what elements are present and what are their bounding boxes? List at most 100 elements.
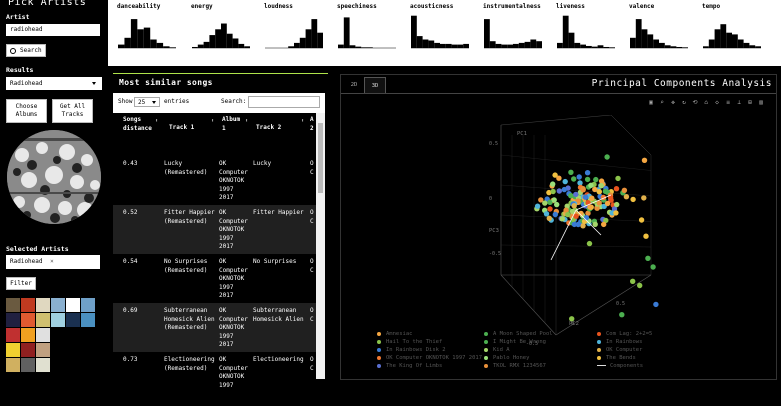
show-label: Show	[118, 98, 133, 105]
legend-item[interactable]: I Might Be Wrong	[484, 339, 546, 345]
tab-2d[interactable]: 2D	[344, 77, 364, 93]
orbit-icon[interactable]: ↻	[680, 99, 688, 106]
legend-item[interactable]: OK Computer	[597, 347, 642, 353]
album-thumb[interactable]	[51, 313, 65, 327]
album-thumb[interactable]	[51, 298, 65, 312]
legend-item[interactable]: A Moon Shaped Pool	[484, 331, 553, 337]
album-thumb[interactable]	[36, 358, 50, 372]
column-header-album2[interactable]: A 2	[310, 115, 314, 133]
plotly-logo-icon[interactable]: ▥	[757, 99, 765, 106]
legend-label: TKOL RMX 1234567	[493, 363, 546, 369]
pca-3d-plot[interactable]: -0.500.50.50-0.5	[401, 115, 701, 345]
legend-item[interactable]: Components	[597, 363, 643, 369]
column-header-track2[interactable]: Track 2	[256, 123, 281, 132]
album-thumb[interactable]	[21, 313, 35, 327]
reset-camera-icon[interactable]: ⌂	[702, 99, 710, 106]
table-row[interactable]: 0.52 Fitter Happier (Remastered) OK Comput…	[113, 205, 316, 254]
album-thumb[interactable]	[21, 343, 35, 357]
chevron-down-icon	[92, 82, 96, 85]
pca-point	[598, 178, 605, 184]
album-thumb[interactable]	[36, 298, 50, 312]
album-thumb[interactable]	[6, 343, 20, 357]
scrollbar-thumb[interactable]	[318, 123, 323, 193]
pca-point	[638, 217, 645, 223]
column-header-track1[interactable]: Track 1	[169, 123, 194, 132]
album-thumb[interactable]	[66, 298, 80, 312]
album-thumb[interactable]	[21, 298, 35, 312]
search-button[interactable]: Search	[6, 44, 46, 57]
album-thumb[interactable]	[66, 313, 80, 327]
spike-icon[interactable]: ⊥	[735, 99, 743, 106]
legend-item[interactable]: Com Lag: 2+2=5	[597, 331, 652, 337]
column-header-album1[interactable]: Album 1	[222, 115, 240, 133]
album-thumb[interactable]	[81, 313, 95, 327]
choose-albums-button[interactable]: Choose Albums	[6, 99, 47, 123]
histogram-bar	[597, 45, 604, 48]
legend-item[interactable]: Amnesiac	[377, 331, 413, 337]
hover-icon[interactable]: ◇	[713, 99, 721, 106]
histogram-bar	[635, 19, 642, 48]
histogram-bar	[714, 29, 721, 48]
table-row[interactable]: 0.43 Lucky (Remastered) OK Computer OKNOTO…	[113, 156, 316, 205]
tab-3d[interactable]: 3D	[364, 77, 386, 94]
pca-point	[592, 186, 598, 193]
album-thumb[interactable]	[6, 358, 20, 372]
results-selected-value: Radiohead	[10, 80, 43, 87]
histogram-bar	[518, 42, 525, 48]
legend-item[interactable]: Kid A	[484, 347, 510, 353]
histogram-bar	[603, 46, 610, 48]
album-thumb[interactable]	[36, 328, 50, 342]
legend-label: I Might Be Wrong	[493, 339, 546, 345]
histogram-bar	[501, 44, 508, 48]
legend-item[interactable]: TKOL RMX 1234567	[484, 363, 546, 369]
album-thumb[interactable]	[6, 328, 20, 342]
chip-remove-icon[interactable]: ×	[50, 258, 54, 265]
pca-point	[546, 215, 552, 221]
artist-input[interactable]: radiohead	[6, 24, 100, 36]
album-thumb[interactable]	[36, 343, 50, 357]
axis-tick-label: 0	[489, 196, 492, 202]
filter-button[interactable]: Filter	[6, 277, 36, 290]
compare-icon[interactable]: ≡	[724, 99, 732, 106]
legend-item[interactable]: The King Of Limbs	[377, 363, 442, 369]
legend-item[interactable]: The Bends	[597, 355, 636, 361]
dot-marker-icon	[597, 339, 601, 344]
autoscale-icon[interactable]: ⊞	[746, 99, 754, 106]
album-thumb[interactable]	[6, 313, 20, 327]
album-thumb[interactable]	[21, 358, 35, 372]
cell-track1: Electioneering (Remastered)	[164, 356, 215, 372]
table-row[interactable]: 0.69 Subterranean Homesick Alien (Remaste…	[113, 303, 316, 352]
album-thumb[interactable]	[21, 328, 35, 342]
zoom-icon[interactable]: ⌕	[658, 99, 666, 106]
table-row[interactable]: 0.73 Electioneering (Remastered) OK Comput…	[113, 352, 316, 401]
legend-item[interactable]: Hail To the Thief	[377, 339, 442, 345]
entries-label: entries	[164, 98, 190, 105]
pca-point	[547, 206, 553, 212]
legend-item[interactable]: In Rainbows Disk 2	[377, 347, 446, 353]
pca-point	[613, 210, 619, 216]
histogram-bar	[299, 37, 306, 48]
album-thumb[interactable]	[81, 298, 95, 312]
table-search-input[interactable]	[248, 96, 320, 108]
table-row[interactable]: 0.54 No Surprises (Remastered) OK Computer…	[113, 254, 316, 303]
selected-artists-field[interactable]: Radiohead ×	[6, 255, 100, 269]
album-thumb[interactable]	[6, 298, 20, 312]
legend-item[interactable]: OK Computer OKNOTOK 1997 2017	[377, 355, 482, 361]
histogram-bar	[440, 43, 446, 48]
results-select[interactable]: Radiohead	[6, 77, 102, 90]
pca-point	[586, 240, 593, 247]
legend-item[interactable]: Pablo Honey	[484, 355, 529, 361]
pan-icon[interactable]: ✥	[669, 99, 677, 106]
turntable-icon[interactable]: ⟲	[691, 99, 699, 106]
table-scrollbar[interactable]	[316, 113, 325, 379]
legend-label: A Moon Shaped Pool	[493, 331, 553, 337]
get-all-tracks-button[interactable]: Get All Tracks	[52, 99, 93, 123]
pca-point	[559, 216, 565, 222]
legend-item[interactable]: In Rainbows	[597, 339, 642, 345]
histogram-bar	[343, 17, 350, 48]
camera-icon[interactable]: ▣	[647, 99, 655, 106]
page-size-select[interactable]: 25	[134, 97, 160, 107]
histogram-bar	[311, 19, 318, 48]
album-thumb[interactable]	[36, 313, 50, 327]
column-header-distance[interactable]: Songs distance	[123, 115, 152, 133]
